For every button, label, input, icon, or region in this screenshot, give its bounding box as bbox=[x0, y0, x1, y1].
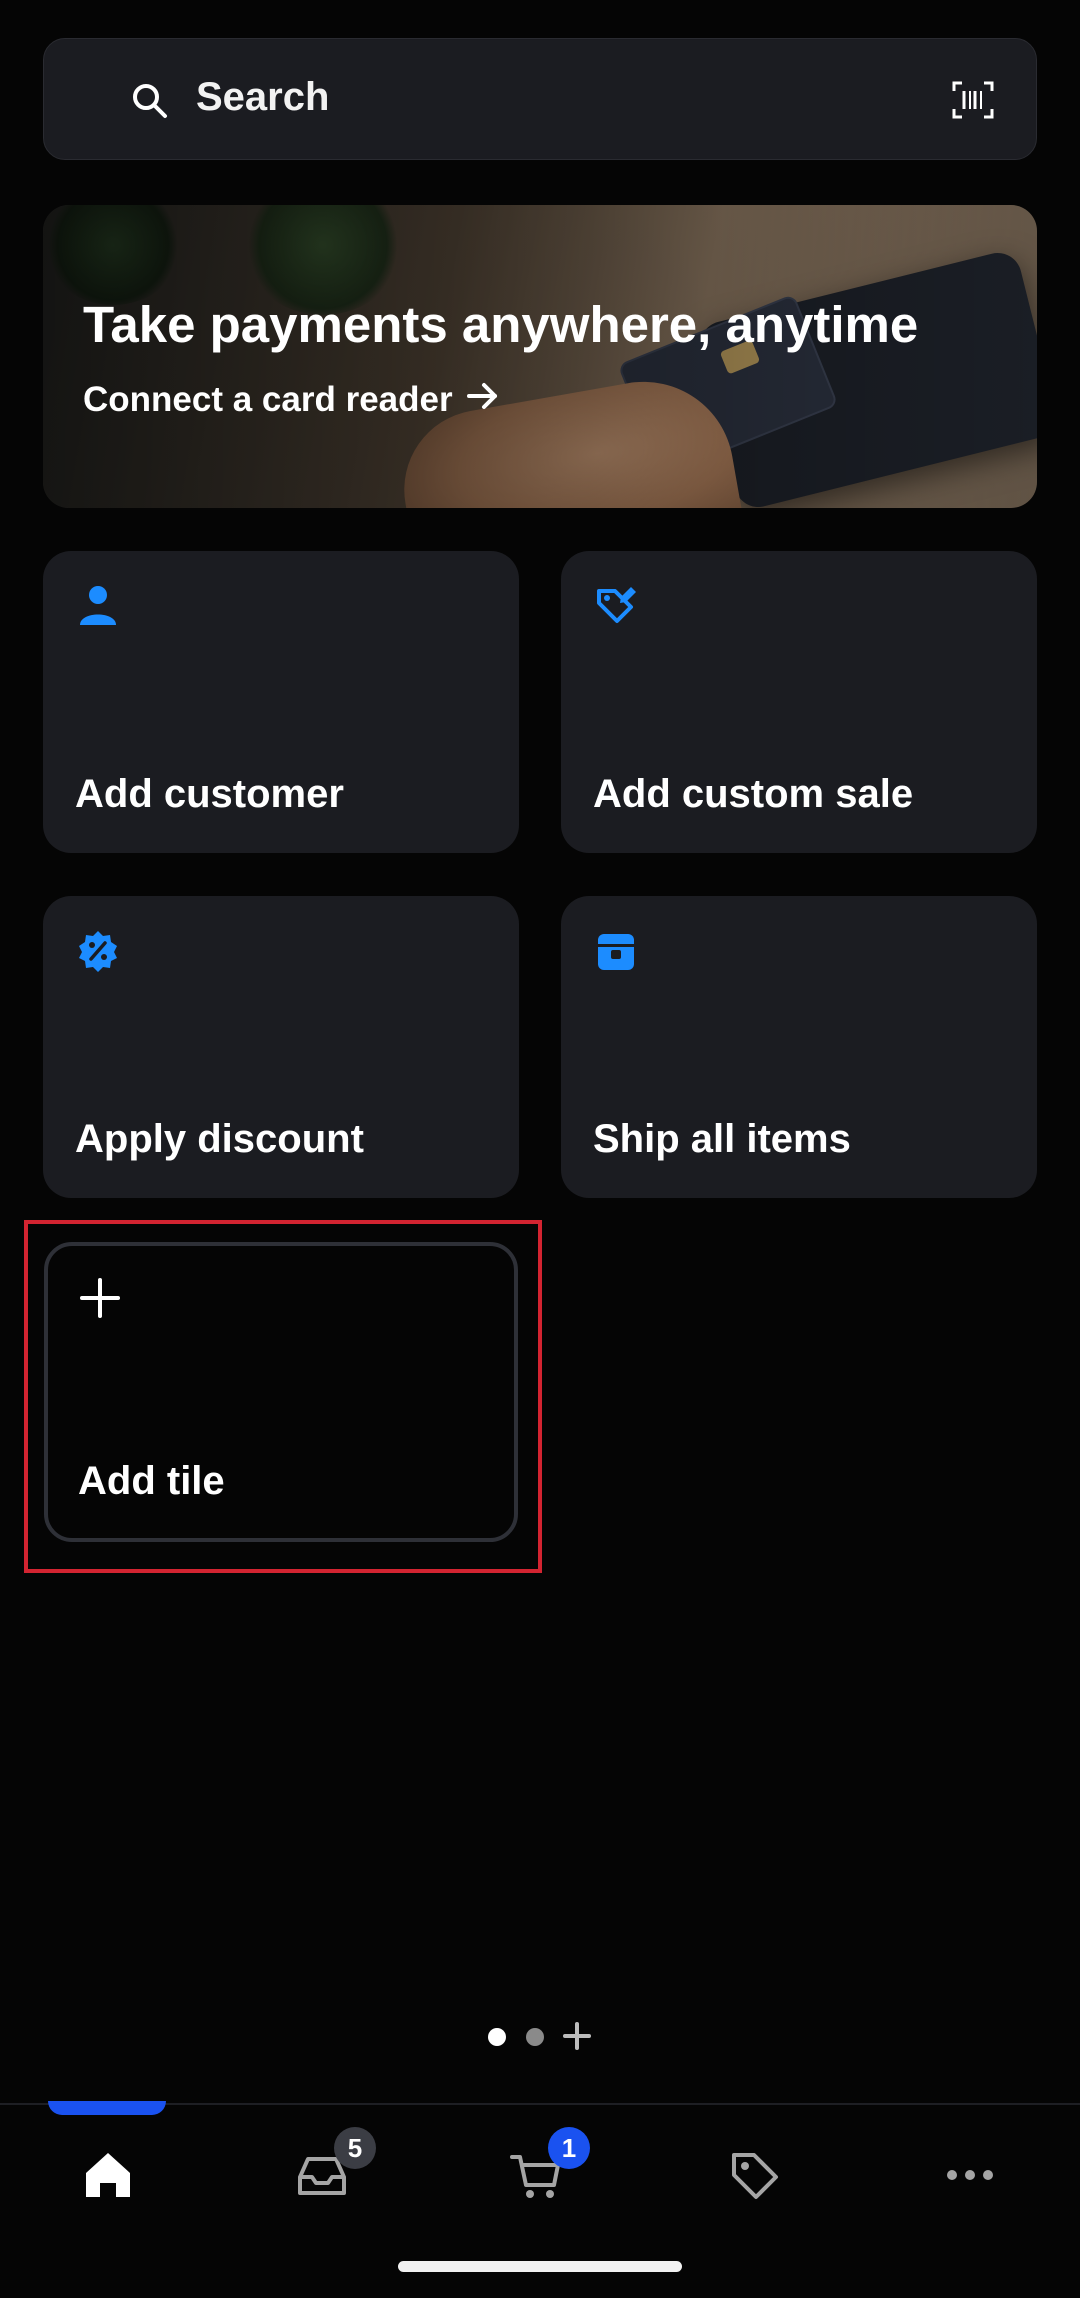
nav-cart[interactable]: 1 bbox=[508, 2127, 590, 2207]
selection-highlight bbox=[24, 1220, 542, 1573]
banner-link-label: Connect a card reader bbox=[83, 380, 453, 419]
page-indicator bbox=[0, 2020, 1080, 2052]
add-page-icon[interactable] bbox=[562, 2020, 592, 2057]
tile-label: Apply discount bbox=[75, 1117, 364, 1161]
nav-items[interactable] bbox=[726, 2147, 786, 2207]
shipping-box-icon bbox=[593, 928, 639, 974]
search-icon bbox=[130, 81, 170, 126]
tile-ship-all-items[interactable]: Ship all items bbox=[561, 896, 1037, 1198]
tile-add-customer[interactable]: Add customer bbox=[43, 551, 519, 853]
tile-add-custom-sale[interactable]: Add custom sale bbox=[561, 551, 1037, 853]
discount-badge-icon bbox=[75, 928, 121, 974]
tile-label: Add customer bbox=[75, 772, 344, 816]
arrow-right-icon bbox=[466, 380, 499, 420]
search-bar[interactable]: Search bbox=[43, 38, 1037, 160]
tag-icon bbox=[726, 2153, 782, 2207]
connect-card-reader-link[interactable]: Connect a card reader bbox=[83, 380, 499, 420]
nav-inbox[interactable]: 5 bbox=[294, 2127, 376, 2207]
nav-home[interactable] bbox=[80, 2147, 140, 2207]
tile-label: Add custom sale bbox=[593, 772, 914, 816]
page-dot-active[interactable] bbox=[488, 2028, 506, 2046]
tag-edit-icon bbox=[593, 583, 639, 629]
banner-title: Take payments anywhere, anytime bbox=[83, 296, 919, 353]
inbox-icon bbox=[294, 2157, 350, 2207]
person-icon bbox=[75, 583, 121, 629]
tile-apply-discount[interactable]: Apply discount bbox=[43, 896, 519, 1198]
banner-shade bbox=[43, 205, 1037, 508]
page-dot[interactable] bbox=[526, 2028, 544, 2046]
cart-count-badge: 1 bbox=[548, 2127, 590, 2169]
tile-label: Ship all items bbox=[593, 1117, 851, 1161]
inbox-count-badge: 5 bbox=[334, 2127, 376, 2169]
search-placeholder: Search bbox=[196, 75, 330, 119]
active-tab-indicator bbox=[48, 2101, 166, 2115]
system-home-indicator[interactable] bbox=[398, 2261, 682, 2272]
card-reader-banner[interactable]: Take payments anywhere, anytime Connect … bbox=[43, 205, 1037, 508]
cart-icon bbox=[508, 2155, 564, 2207]
nav-more[interactable] bbox=[942, 2147, 1002, 2207]
home-icon bbox=[80, 2153, 136, 2207]
more-icon bbox=[942, 2170, 998, 2207]
screen: Search Take payments anywhere, anytime C… bbox=[0, 0, 1080, 2298]
barcode-scan-icon[interactable] bbox=[952, 81, 994, 124]
